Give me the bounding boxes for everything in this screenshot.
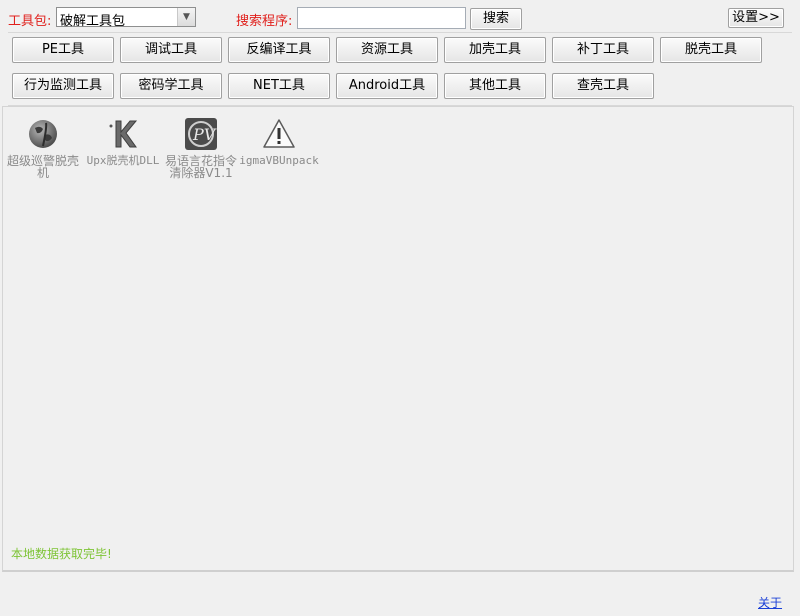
category-crypto-tools-button[interactable]: 密码学工具: [120, 73, 222, 99]
svg-text:PV: PV: [192, 125, 217, 144]
tool-name: igmaVBUnpack: [239, 154, 319, 167]
tool-item-1[interactable]: Upx脱壳机DLL: [83, 117, 163, 167]
tool-item-0[interactable]: 超级巡警脱壳机: [3, 117, 83, 179]
category-other-tools-button[interactable]: 其他工具: [444, 73, 546, 99]
tool-name: Upx脱壳机DLL: [86, 154, 160, 167]
category-pe-tools-button[interactable]: PE工具: [12, 37, 114, 63]
category-panel: PE工具 调试工具 反编译工具 资源工具 加壳工具 补丁工具 脱壳工具 行为监测…: [8, 32, 792, 106]
category-behavior-monitor-button[interactable]: 行为监测工具: [12, 73, 114, 99]
tool-name: 易语言花指令清除器V1.1: [164, 154, 237, 180]
chevron-down-icon[interactable]: ▼: [177, 8, 195, 26]
category-resource-tools-button[interactable]: 资源工具: [336, 37, 438, 63]
category-net-tools-button[interactable]: NET工具: [228, 73, 330, 99]
toolkit-select-value: 破解工具包: [60, 14, 126, 29]
toolkit-select[interactable]: 破解工具包 ▼: [56, 7, 196, 29]
status-message: 本地数据获取完毕!: [11, 547, 112, 561]
tool-name: 超级巡警脱壳机: [6, 154, 79, 180]
category-detect-packer-button[interactable]: 查壳工具: [552, 73, 654, 99]
tool-list-area: 超级巡警脱壳机 Upx脱壳机DLL PV 易语言花指令清除器V1.1 igmaV…: [2, 106, 794, 572]
tool-item-3[interactable]: igmaVBUnpack: [239, 117, 319, 167]
category-packer-tools-button[interactable]: 加壳工具: [444, 37, 546, 63]
category-android-tools-button[interactable]: Android工具: [336, 73, 438, 99]
pv-logo-icon: PV: [184, 117, 218, 151]
globe-icon: [26, 117, 60, 151]
about-link[interactable]: 关于: [758, 594, 782, 611]
tool-item-2[interactable]: PV 易语言花指令清除器V1.1: [161, 117, 241, 179]
search-input[interactable]: [297, 7, 466, 29]
k-logo-icon: [106, 117, 140, 151]
settings-button[interactable]: 设置>>: [728, 8, 784, 28]
category-patch-tools-button[interactable]: 补丁工具: [552, 37, 654, 63]
warning-icon: [262, 117, 296, 151]
search-button[interactable]: 搜索: [470, 8, 522, 30]
search-label: 搜索程序:: [236, 14, 293, 29]
category-decompile-tools-button[interactable]: 反编译工具: [228, 37, 330, 63]
category-unpacker-tools-button[interactable]: 脱壳工具: [660, 37, 762, 63]
top-toolbar: 工具包: 破解工具包 ▼ 搜索程序: 搜索 设置>>: [0, 0, 800, 32]
toolkit-label: 工具包:: [8, 14, 52, 29]
category-debug-tools-button[interactable]: 调试工具: [120, 37, 222, 63]
